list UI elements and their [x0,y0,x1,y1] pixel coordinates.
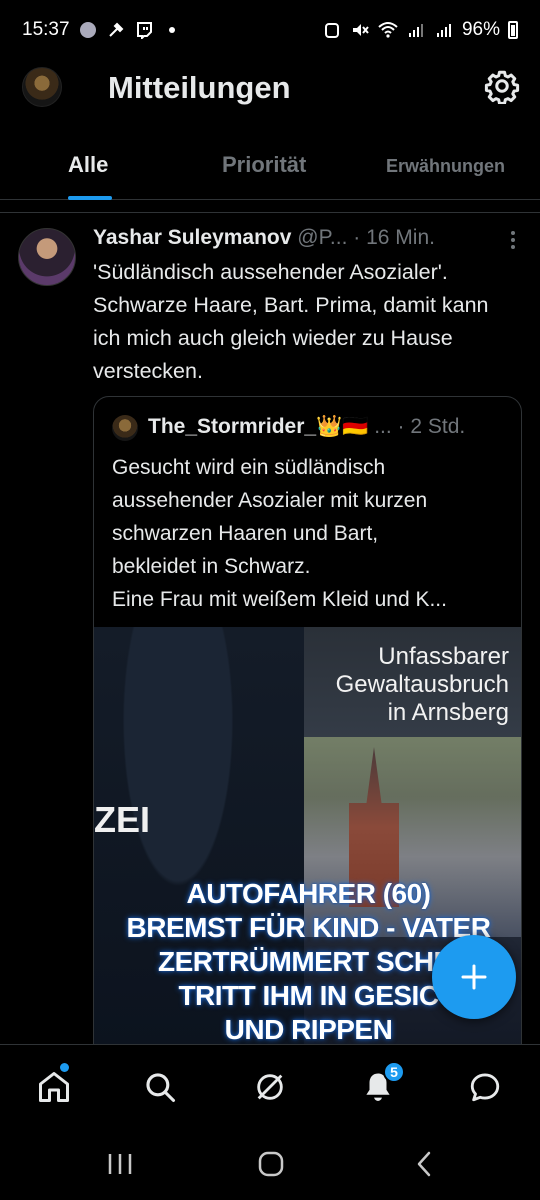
recent-apps-icon [108,1154,132,1174]
police-vest-text: ZEI [94,799,151,840]
back-button[interactable] [408,1148,440,1180]
status-bar: 15:37 96% [0,0,540,60]
nav-grok[interactable] [250,1067,290,1107]
message-icon [470,1073,500,1102]
status-right-icons: 96% [322,19,518,41]
divider [0,212,540,213]
battery-percent: 96% [461,19,500,40]
quoted-media-image[interactable]: ZEI Unfassbarer Gewaltausbruch in Arnsbe… [94,627,521,1095]
twitch-icon [134,20,154,40]
quoted-text-line: aussehender Asozialer mit kurzen [112,489,428,512]
alarm-icon [322,20,342,40]
nav-home[interactable] [34,1067,74,1107]
notifications-badge: 5 [383,1061,405,1083]
grok-icon [257,1074,283,1100]
post-author-handle[interactable]: @P... [297,226,347,249]
post-avatar[interactable] [18,228,76,286]
mute-icon [350,20,370,40]
recent-apps-button[interactable] [104,1148,136,1180]
image-headline-line: AUTOFAHRER (60) [186,878,431,909]
active-tab-indicator [68,196,112,200]
post-time: 16 Min. [366,226,435,249]
back-chevron-icon [417,1151,431,1177]
gear-icon[interactable] [484,68,520,105]
image-caption-line: Unfassbarer [378,643,509,670]
nav-messages[interactable] [465,1067,505,1107]
quoted-text-line: bekleidet in Schwarz. [112,555,311,578]
quoted-text-line: Gesucht wird ein südländisch [112,456,386,479]
status-time: 15:37 [22,19,70,40]
quoted-avatar[interactable] [112,415,138,441]
bottom-nav: 5 [0,1044,540,1128]
search-icon [146,1073,176,1103]
home-icon [39,1072,69,1102]
post-separator: · [353,226,361,249]
image-headline-line: UND RIPPEN [224,1014,393,1045]
status-left-icons [78,20,182,40]
home-unread-dot [60,1063,69,1072]
tab-prioritaet[interactable]: Priorität [222,152,306,178]
more-vertical-icon[interactable] [510,230,516,250]
image-caption-line: in Arnsberg [387,699,509,726]
quoted-text: Gesucht wird ein südländisch aussehender… [112,451,512,616]
post-author-name[interactable]: Yashar Suleymanov [93,226,291,249]
quoted-text-line: Eine Frau mit weißem Kleid und K... [112,588,447,611]
tab-alle[interactable]: Alle [68,152,108,178]
system-nav-bar [0,1128,540,1200]
battery-icon [508,21,518,39]
compose-button[interactable] [432,935,516,1019]
home-circle-icon [258,1151,284,1177]
page-title: Mitteilungen [108,70,291,105]
quoted-text-line: schwarzen Haaren und Bart, [112,522,379,545]
wifi-icon [378,20,398,40]
home-system-button[interactable] [255,1148,287,1180]
signal-icon-2 [434,20,454,40]
quoted-author-name[interactable]: The_Stormrider_👑🇩🇪 [148,415,368,438]
nav-search[interactable] [140,1067,180,1107]
image-caption-line: Gewaltausbruch [335,671,509,698]
image-caption: Unfassbarer Gewaltausbruch in Arnsberg [269,643,509,727]
tab-erwaehnungen[interactable]: Erwähnungen [386,156,505,177]
notification-tabs: Alle Priorität Erwähnungen [0,136,540,200]
more-dot-icon [162,20,182,40]
profile-avatar[interactable] [22,67,62,107]
quoted-meta: ... · 2 Std. [368,415,466,438]
tools-icon [106,20,126,40]
signal-icon [406,20,426,40]
post-text: 'Südländisch aussehender Asozialer'. Sch… [93,260,489,383]
post-header: Yashar Suleymanov @P... · 16 Min. [93,226,513,250]
app-notification-icon [78,20,98,40]
quoted-header: The_Stormrider_👑🇩🇪 ... · 2 Std. [148,415,465,439]
app-header: Mitteilungen [0,60,540,124]
compose-plus-icon [461,964,487,990]
